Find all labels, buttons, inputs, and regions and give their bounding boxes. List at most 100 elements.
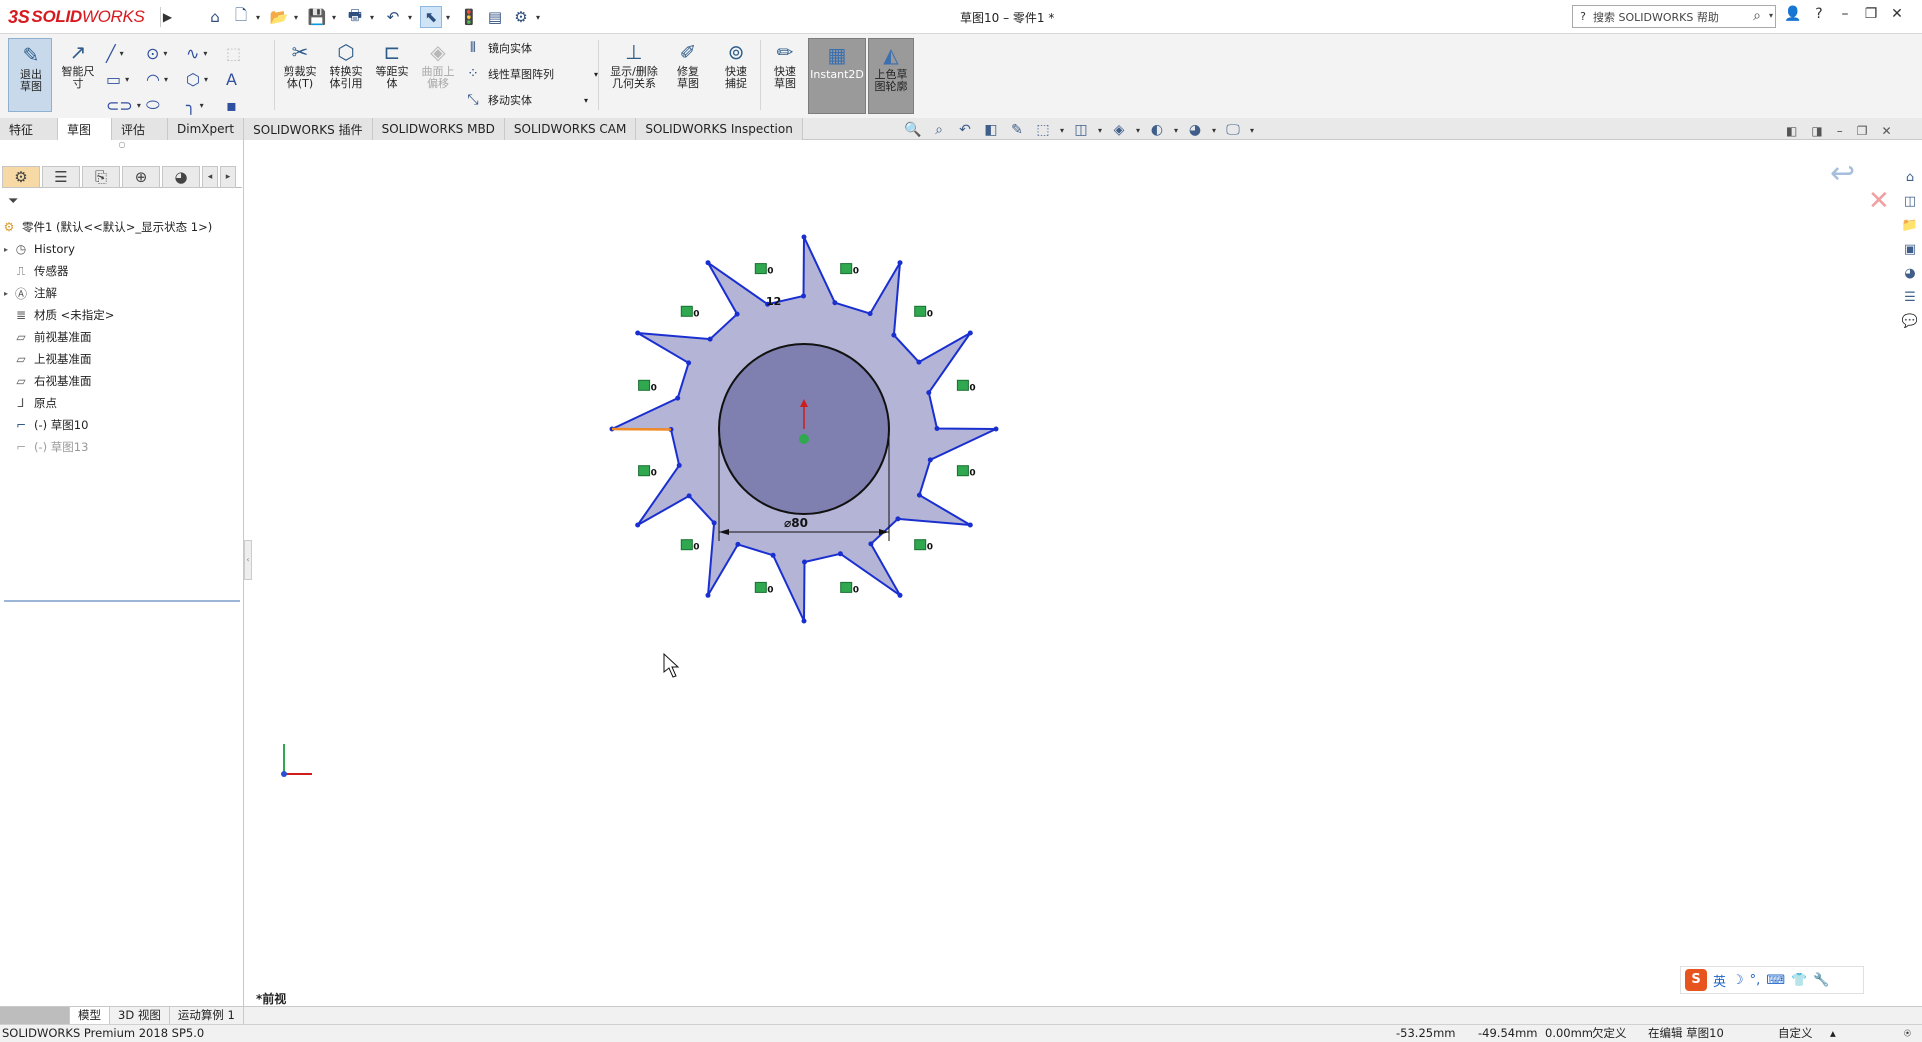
tab-features[interactable]: 特征: [0, 118, 58, 140]
tree-item-right-plane[interactable]: ▱ 右视基准面: [0, 370, 244, 392]
rollback-bar[interactable]: [4, 600, 240, 602]
circle-tool[interactable]: ⊙ ▾: [146, 40, 186, 66]
tab-motion-study[interactable]: 运动算例 1: [170, 1007, 244, 1025]
polygon-tool[interactable]: ⬡ ▾: [186, 66, 226, 92]
sketch-point[interactable]: [891, 332, 897, 338]
file-explorer-icon[interactable]: 📁: [1900, 216, 1920, 236]
appearances-icon[interactable]: ◕: [1900, 264, 1920, 284]
sketch-point[interactable]: [705, 592, 711, 598]
save-dropdown-icon[interactable]: ▾: [332, 13, 340, 22]
accept-check-icon[interactable]: ↩: [1830, 156, 1855, 191]
select-cursor-icon[interactable]: ⬉: [420, 6, 442, 28]
relation-glyph[interactable]: [956, 379, 969, 391]
configuration-manager-tab-icon[interactable]: ⎘: [82, 166, 120, 188]
relation-glyph[interactable]: [754, 581, 767, 593]
mouse-cursor[interactable]: [663, 652, 680, 678]
undo-dropdown-icon[interactable]: ▾: [408, 13, 416, 22]
tab-evaluate[interactable]: 评估: [112, 118, 168, 140]
sketch-point[interactable]: [868, 541, 874, 547]
relation-glyph[interactable]: [914, 305, 927, 317]
spline-tool[interactable]: ∿ ▾: [186, 40, 226, 66]
confirmation-corner[interactable]: ↩ ✕: [1826, 152, 1896, 222]
new-dropdown-icon[interactable]: ▾: [256, 13, 264, 22]
graphics-area[interactable]: 0 0 0 0 0 0 0 0 0 0 0 0 12 ⌀80 ↩ ✕: [252, 140, 1900, 1006]
moon-icon[interactable]: ☽: [1732, 973, 1744, 988]
sketch-point[interactable]: [916, 359, 922, 365]
tree-item-sensors[interactable]: ⎍ 传感器: [0, 260, 244, 282]
panel-splitter[interactable]: ‹: [244, 540, 252, 580]
rapid-sketch-button[interactable]: ✏ 快速草图: [764, 38, 806, 90]
ime-language-toggle[interactable]: 英: [1713, 971, 1726, 990]
sketch-point[interactable]: [934, 426, 940, 431]
tab-model[interactable]: 模型: [70, 1007, 110, 1025]
smart-dimension-button[interactable]: ↗ 智能尺寸: [56, 38, 100, 90]
tab-mbd[interactable]: SOLIDWORKS MBD: [372, 118, 505, 140]
viewport-tile-left-icon[interactable]: ◧: [1786, 124, 1797, 138]
search-input[interactable]: 搜索 SOLIDWORKS 帮助: [1593, 9, 1719, 25]
view-palette-icon[interactable]: ▣: [1900, 240, 1920, 260]
sketch-point[interactable]: [967, 522, 973, 528]
relation-label[interactable]: 0: [693, 309, 699, 319]
panel-grip-icon[interactable]: ○: [0, 140, 244, 152]
tree-item-material[interactable]: ≣ 材质 <未指定>: [0, 304, 244, 326]
hide-show-dropdown-icon[interactable]: ▾: [1134, 126, 1142, 135]
options-gear-icon[interactable]: ⚙: [510, 6, 532, 28]
display-relations-button[interactable]: ⊥ 显示/删除几何关系: [604, 38, 664, 90]
sketch-point[interactable]: [734, 311, 740, 317]
sketch-point[interactable]: [895, 516, 901, 522]
instant2d-button[interactable]: ▦ Instant2D: [808, 38, 866, 114]
relation-glyph[interactable]: [840, 263, 853, 275]
select-dropdown-icon[interactable]: ▾: [446, 13, 454, 22]
relation-glyph[interactable]: [956, 465, 969, 477]
sketch-point[interactable]: [867, 311, 873, 317]
home-icon[interactable]: ⌂: [204, 6, 226, 28]
tree-item-annotations[interactable]: ▸ Ⓐ 注解: [0, 282, 244, 304]
arc-tool[interactable]: ◠ ▾: [146, 66, 186, 92]
sketch-point[interactable]: [927, 457, 933, 463]
sketch-point[interactable]: [801, 234, 807, 240]
search-dropdown-icon[interactable]: ▾: [1769, 11, 1773, 20]
sogou-logo-icon[interactable]: S: [1685, 969, 1707, 991]
tab-sketch[interactable]: 草图: [58, 118, 112, 140]
sketch-point[interactable]: [993, 426, 999, 432]
sketch-point[interactable]: [801, 293, 806, 299]
relation-label[interactable]: 0: [767, 267, 773, 277]
origin-point[interactable]: [799, 434, 809, 444]
move-entities-button[interactable]: ⤡ 移动实体 ▾: [464, 92, 588, 108]
relation-glyph[interactable]: [638, 465, 651, 477]
file-properties-icon[interactable]: ▤: [484, 6, 506, 28]
offset-on-surface-button[interactable]: ◈ 曲面上偏移: [416, 38, 460, 90]
relation-glyph[interactable]: [680, 305, 693, 317]
print-icon[interactable]: 🖶: [344, 6, 366, 28]
relation-label[interactable]: 0: [651, 469, 657, 479]
sketch-point[interactable]: [686, 493, 692, 499]
close-button[interactable]: ✕: [1888, 6, 1906, 22]
section-view-icon[interactable]: ◧: [980, 122, 1002, 138]
repair-sketch-button[interactable]: ✐ 修复草图: [666, 38, 710, 90]
sketch-point[interactable]: [802, 559, 807, 565]
relation-glyph[interactable]: [840, 581, 853, 593]
sketch-point[interactable]: [711, 520, 717, 526]
mirror-entities-button[interactable]: ⫴ 镜向实体: [464, 40, 532, 56]
sketch-point[interactable]: [897, 592, 903, 598]
exit-sketch-button[interactable]: ✎ 退出草图: [8, 38, 52, 112]
expand-arrow-icon[interactable]: ▸: [0, 245, 12, 254]
sketch-point[interactable]: [770, 552, 776, 558]
relation-label[interactable]: 0: [927, 543, 933, 553]
help-search-box[interactable]: ? 搜索 SOLIDWORKS 帮助 ⌕ ▾: [1572, 5, 1776, 28]
tree-item-origin[interactable]: ⅃ 原点: [0, 392, 244, 414]
construction-tool[interactable]: ⬚: [226, 40, 266, 66]
pattern-count-label[interactable]: 12: [766, 295, 781, 308]
relation-label[interactable]: 0: [969, 469, 975, 479]
previous-view-icon[interactable]: ↶: [954, 122, 976, 138]
custom-properties-icon[interactable]: ☰: [1900, 288, 1920, 308]
property-manager-tab-icon[interactable]: ☰: [42, 166, 80, 188]
scene-dropdown-icon[interactable]: ▾: [1210, 126, 1218, 135]
zoom-to-area-icon[interactable]: ⌕: [928, 122, 950, 138]
sketch-point[interactable]: [916, 492, 922, 498]
viewport-tile-right-icon[interactable]: ◨: [1811, 124, 1822, 138]
viewport-close-icon[interactable]: ✕: [1881, 124, 1891, 138]
new-document-icon[interactable]: 🗋: [230, 6, 252, 28]
sketch-point[interactable]: [686, 360, 692, 366]
sketch-point[interactable]: [675, 395, 681, 401]
